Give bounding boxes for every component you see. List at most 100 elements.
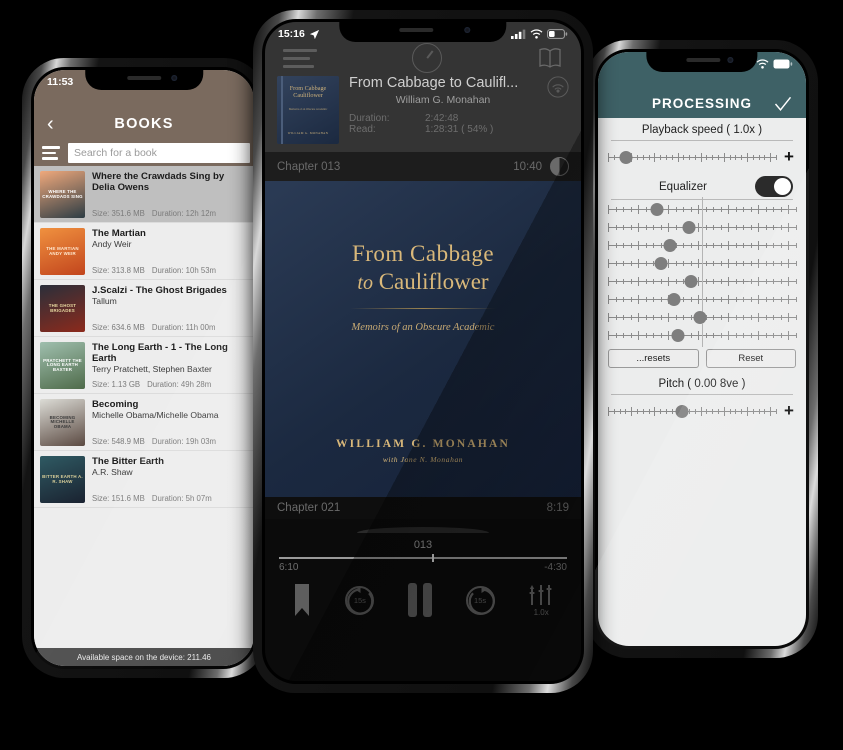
book-cover-thumbnail: BITTER EARTH A. R. SHAW <box>40 456 85 503</box>
equalizer-band-slider[interactable] <box>608 323 797 347</box>
book-list-item[interactable]: PRATCHETT THE LONG EARTH BAXTER The Long … <box>34 337 254 394</box>
playback-speed-plus-button[interactable]: + <box>782 147 796 167</box>
sleep-timer-icon[interactable] <box>412 43 442 73</box>
half-circle-icon[interactable] <box>550 157 569 176</box>
forward-15-button[interactable]: 15s <box>465 585 495 615</box>
bookmark-icon <box>294 584 309 616</box>
book-stats: Size: 1.13 GB Duration: 49h 28m <box>92 380 248 389</box>
earpiece-speaker <box>127 76 162 80</box>
player-controls: 15s 15s 1.0x <box>265 573 581 617</box>
playback-speed-slider-row[interactable]: + <box>598 141 806 173</box>
rewind-15-button[interactable]: 15s <box>345 585 375 615</box>
cover-title-to: to <box>357 272 373 295</box>
book-list-item[interactable]: THE MARTIAN ANDY WEIR The Martian Andy Wei… <box>34 223 254 280</box>
earpiece-speaker <box>399 28 434 32</box>
status-icons-center <box>511 29 568 39</box>
book-size: Size: 634.6 MB <box>92 323 145 332</box>
wifi-icon <box>756 59 769 69</box>
pitch-slider[interactable] <box>608 403 777 419</box>
now-playing-info: From Cabbage to Caulifl... William G. Mo… <box>349 76 537 135</box>
reset-button[interactable]: Reset <box>705 349 796 368</box>
cover-subtitle: Memoirs of an Obscure Academic <box>351 322 495 334</box>
equalizer-band[interactable] <box>598 323 806 347</box>
equalizer-bands[interactable] <box>598 197 806 347</box>
seek-knob[interactable] <box>431 554 434 562</box>
equalizer-toggle[interactable] <box>755 176 793 197</box>
book-meta: J.Scalzi - The Ghost Brigades Tallum Size:… <box>92 285 248 332</box>
speed-equalizer-button[interactable]: 1.0x <box>528 583 554 617</box>
book-meta: Becoming Michelle Obama/Michelle Obama Siz… <box>92 399 248 446</box>
cover-title-line-2: to Cauliflower <box>357 269 488 295</box>
equalizer-label: Equalizer <box>659 180 707 193</box>
page-title: BOOKS <box>114 116 174 132</box>
hamburger-icon[interactable] <box>283 48 317 68</box>
book-cover-thumbnail: PRATCHETT THE LONG EARTH BAXTER <box>40 342 85 389</box>
presets-button[interactable]: ...resets <box>608 349 699 368</box>
airplay-icon[interactable] <box>547 76 569 98</box>
book-duration: Duration: 5h 07m <box>151 494 212 503</box>
playback-speed-label: Playback speed ( 1.0x ) <box>641 124 763 136</box>
book-cover-thumbnail: THE MARTIAN ANDY WEIR <box>40 228 85 275</box>
phone-left-body: ‹ BOOKS WHERE THE CRAWDADS SINGWhere the… <box>31 67 257 669</box>
pitch-slider-row[interactable]: + <box>598 395 806 427</box>
now-playing-thumbnail: From Cabbage Cauliflower Memoirs of an O… <box>277 76 339 144</box>
book-duration: Duration: 49h 28m <box>147 380 212 389</box>
now-playing-row[interactable]: From Cabbage Cauliflower Memoirs of an O… <box>265 70 581 152</box>
book-meta: The Long Earth - 1 - The Long Earth Terry… <box>92 342 248 389</box>
remaining-time: -4:30 <box>544 562 567 573</box>
thumb-author: WILLIAM G. MONAHAN <box>287 131 329 135</box>
pause-button[interactable] <box>407 583 432 617</box>
chapter-row-next[interactable]: Chapter 021 8:19 <box>265 497 581 519</box>
location-arrow-icon <box>309 29 319 39</box>
book-cover-art[interactable]: From Cabbage to Cauliflower Memoirs of a… <box>265 181 581 497</box>
book-stats: Size: 634.6 MB Duration: 11h 00m <box>92 323 248 332</box>
drag-handle[interactable] <box>356 527 490 533</box>
book-size: Size: 351.6 MB <box>92 209 145 218</box>
back-chevron-icon[interactable]: ‹ <box>47 114 54 134</box>
book-list-item[interactable]: BECOMING MICHELLE OBAMA Becoming Michelle … <box>34 394 254 451</box>
phone-right-processing: PROCESSING Playback speed ( 1.0x ) + Equ… <box>586 40 818 658</box>
hamburger-icon[interactable] <box>42 146 60 160</box>
cover-coauthor: with Jane N. Monahan <box>382 454 464 464</box>
book-author: A.R. Shaw <box>92 467 133 478</box>
front-camera <box>463 27 470 33</box>
equalizer-header: Equalizer <box>598 173 806 199</box>
book-size: Size: 151.6 MB <box>92 494 145 503</box>
chapter-row-current[interactable]: Chapter 013 10:40 <box>265 152 581 181</box>
rewind-15-icon: 15s <box>345 585 375 615</box>
book-stats: Size: 351.6 MB Duration: 12h 12m <box>92 209 248 218</box>
thumb-subtitle: Memoirs of an Obscure Academic <box>288 108 328 111</box>
forward-label: 15s <box>474 595 487 605</box>
book-list-item[interactable]: THE GHOST BRIGADES J.Scalzi - The Ghost B… <box>34 280 254 337</box>
pause-icon <box>407 583 432 617</box>
open-book-icon[interactable] <box>537 45 563 71</box>
seek-slider[interactable] <box>279 554 567 562</box>
book-list[interactable]: WHERE THE CRAWDADS SING Where the Crawdad… <box>34 166 254 648</box>
duration-label: Duration: <box>349 112 390 124</box>
front-camera <box>727 57 734 63</box>
now-playing-author: William G. Monahan <box>395 93 491 106</box>
cover-divider <box>350 308 496 310</box>
thumb-title-2: Cauliflower <box>293 92 323 99</box>
search-input[interactable] <box>68 143 250 163</box>
pitch-plus-button[interactable]: + <box>782 401 796 421</box>
book-meta: Where the Crawdads Sing by Delia Owens Si… <box>92 171 248 218</box>
read-label: Read: <box>349 123 376 135</box>
seek-chapter-number: 013 <box>413 539 433 551</box>
book-title: The Bitter Earth <box>92 456 164 467</box>
read-value: 1:28:31 ( 54% ) <box>425 123 494 135</box>
bookmark-button[interactable] <box>292 583 312 617</box>
notch <box>85 67 203 90</box>
now-playing-stats: Duration: 2:42:48 Read: 1:28:31 ( 54% ) <box>349 113 537 135</box>
forward-15-icon: 15s <box>465 585 495 615</box>
book-list-item[interactable]: WHERE THE CRAWDADS SING Where the Crawdad… <box>34 166 254 223</box>
screenshot-stage: ‹ BOOKS WHERE THE CRAWDADS SINGWhere the… <box>0 0 843 750</box>
cover-title-line-1: From Cabbage <box>351 241 495 267</box>
status-icons-right <box>756 59 793 69</box>
checkmark-icon[interactable] <box>773 94 793 114</box>
book-list-item[interactable]: BITTER EARTH A. R. SHAW The Bitter Earth A… <box>34 451 254 508</box>
speed-label: 1.0x <box>533 608 549 617</box>
playback-speed-slider[interactable] <box>608 149 777 165</box>
status-time: 11:53 <box>47 76 74 88</box>
chapter-name-next: Chapter 021 <box>277 502 341 514</box>
